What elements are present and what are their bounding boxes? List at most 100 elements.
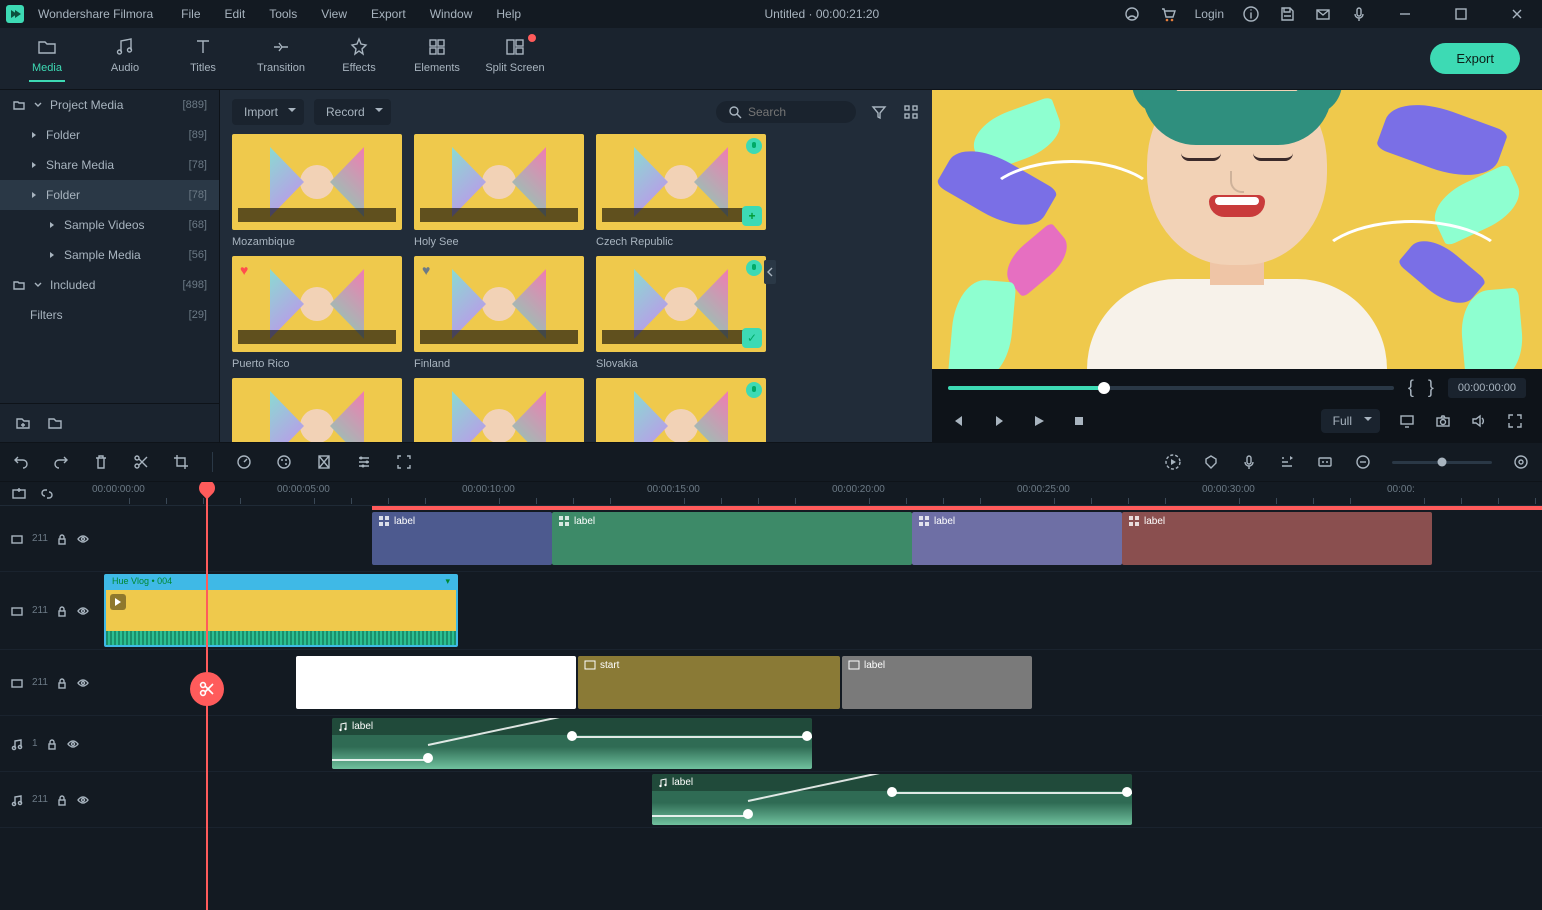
adjust-icon[interactable] [355, 453, 373, 471]
info-icon[interactable] [1242, 5, 1260, 23]
mic-icon[interactable] [1350, 5, 1368, 23]
tool-tab-media[interactable]: Media [8, 28, 86, 90]
eye-icon[interactable] [66, 737, 80, 751]
tool-tab-audio[interactable]: Audio [86, 28, 164, 90]
heart-icon[interactable]: ♥ [240, 262, 248, 278]
sidebar-item-sample-videos[interactable]: Sample Videos[68] [0, 210, 219, 240]
mark-in-icon[interactable]: { [1408, 377, 1414, 398]
tool-tab-transition[interactable]: Transition [242, 28, 320, 90]
media-thumb[interactable] [596, 378, 766, 442]
close-button[interactable] [1498, 0, 1536, 28]
lock-icon[interactable] [46, 738, 58, 750]
filter-icon[interactable] [870, 103, 888, 121]
link-icon[interactable] [38, 485, 56, 503]
undo-icon[interactable] [12, 453, 30, 471]
menu-edit[interactable]: Edit [225, 7, 246, 21]
media-thumb[interactable]: Mozambique [232, 134, 402, 248]
import-dropdown[interactable]: Import [232, 99, 304, 125]
timeline-ruler[interactable]: 00:00:00:0000:00:05:0000:00:10:0000:00:1… [0, 482, 1542, 506]
zoom-slider[interactable] [1392, 461, 1492, 464]
sidebar-item-project-media[interactable]: Project Media[889] [0, 90, 219, 120]
search-input[interactable] [748, 105, 838, 119]
label-clip[interactable]: label [1122, 512, 1432, 565]
marker-icon[interactable] [1202, 453, 1220, 471]
render-icon[interactable] [1164, 453, 1182, 471]
sidebar-item-folder[interactable]: Folder[78] [0, 180, 219, 210]
tool-tab-elements[interactable]: Elements [398, 28, 476, 90]
minimize-button[interactable] [1386, 0, 1424, 28]
play-icon[interactable] [1030, 412, 1048, 430]
record-dropdown[interactable]: Record [314, 99, 391, 125]
prev-frame-icon[interactable] [950, 412, 968, 430]
collapse-panel-icon[interactable] [764, 260, 776, 284]
snapshot-icon[interactable] [1434, 412, 1452, 430]
split-icon[interactable] [132, 453, 150, 471]
heart-icon[interactable]: ♥ [422, 262, 430, 278]
preview-scrubber[interactable] [948, 386, 1394, 390]
media-thumb[interactable]: Holy See [414, 134, 584, 248]
audio-clip[interactable]: label [652, 774, 1132, 825]
speed-icon[interactable] [235, 453, 253, 471]
track-body[interactable]: label [92, 772, 1542, 827]
track-body[interactable]: label [92, 716, 1542, 771]
video-clip[interactable]: Hue Vlog • 004▾ [104, 574, 458, 647]
delete-icon[interactable] [92, 453, 110, 471]
tool-tab-effects[interactable]: Effects [320, 28, 398, 90]
quality-dropdown[interactable]: Full [1321, 409, 1380, 433]
sidebar-item-sample-media[interactable]: Sample Media[56] [0, 240, 219, 270]
menu-view[interactable]: View [321, 7, 347, 21]
menu-help[interactable]: Help [496, 7, 521, 21]
save-icon[interactable] [1278, 5, 1296, 23]
media-thumb[interactable] [232, 378, 402, 442]
label-clip[interactable]: label [912, 512, 1122, 565]
label-clip[interactable]: label [842, 656, 1032, 709]
media-thumb[interactable]: ✓Slovakia [596, 256, 766, 370]
tool-tab-titles[interactable]: Titles [164, 28, 242, 90]
audio-clip[interactable]: label [332, 718, 812, 769]
sidebar-item-share-media[interactable]: Share Media[78] [0, 150, 219, 180]
tool-tab-split-screen[interactable]: Split Screen [476, 28, 554, 90]
caption-icon[interactable] [1316, 453, 1334, 471]
media-thumb[interactable] [414, 378, 584, 442]
volume-icon[interactable] [1470, 412, 1488, 430]
media-thumb[interactable]: +Czech Republic [596, 134, 766, 248]
sidebar-item-included[interactable]: Included[498] [0, 270, 219, 300]
label-clip[interactable]: start [578, 656, 840, 709]
chevron-down-icon[interactable]: ▾ [445, 576, 450, 590]
login-link[interactable]: Login [1195, 7, 1224, 21]
menu-tools[interactable]: Tools [269, 7, 297, 21]
export-button[interactable]: Export [1430, 43, 1520, 74]
track-body[interactable]: startlabel [92, 650, 1542, 715]
new-folder-alt-icon[interactable] [46, 414, 64, 432]
label-clip[interactable]: label [552, 512, 912, 565]
sidebar-item-filters[interactable]: Filters[29] [0, 300, 219, 330]
stop-icon[interactable] [1070, 412, 1088, 430]
grid-view-icon[interactable] [902, 103, 920, 121]
crop-icon[interactable] [172, 453, 190, 471]
playhead[interactable] [206, 482, 208, 910]
search-box[interactable] [716, 101, 856, 123]
audio-mixer-icon[interactable] [1278, 453, 1296, 471]
next-frame-icon[interactable] [990, 412, 1008, 430]
preview-canvas[interactable] [932, 90, 1542, 369]
fullscreen-icon[interactable] [1506, 412, 1524, 430]
track-add-icon[interactable] [10, 485, 28, 503]
lock-icon[interactable] [56, 677, 68, 689]
support-icon[interactable] [1123, 5, 1141, 23]
new-folder-icon[interactable] [14, 414, 32, 432]
sidebar-item-folder[interactable]: Folder[89] [0, 120, 219, 150]
color-icon[interactable] [275, 453, 293, 471]
zoom-out-icon[interactable] [1354, 453, 1372, 471]
eye-icon[interactable] [76, 676, 90, 690]
voiceover-icon[interactable] [1240, 453, 1258, 471]
scissor-badge-icon[interactable] [190, 672, 224, 706]
maximize-button[interactable] [1442, 0, 1480, 28]
media-thumb[interactable]: ♥Puerto Rico [232, 256, 402, 370]
preview-timecode[interactable]: 00:00:00:00 [1448, 378, 1526, 398]
media-thumb[interactable]: ♥Finland [414, 256, 584, 370]
display-icon[interactable] [1398, 412, 1416, 430]
eye-icon[interactable] [76, 793, 90, 807]
cart-icon[interactable] [1159, 5, 1177, 23]
add-indicator-icon[interactable]: + [742, 206, 762, 226]
mail-icon[interactable] [1314, 5, 1332, 23]
